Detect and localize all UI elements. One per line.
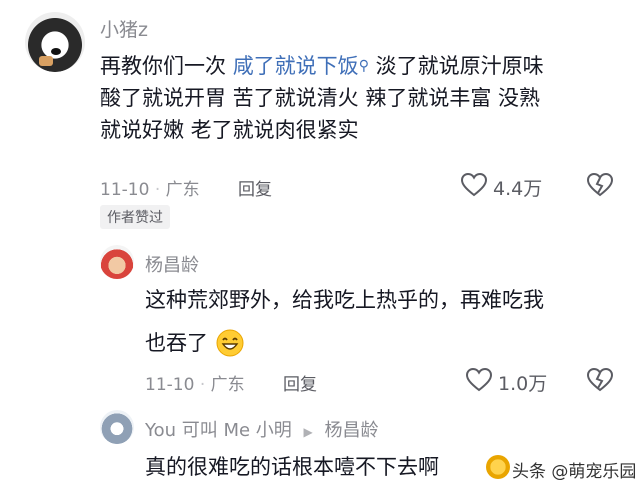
- comment-meta: 11-10 · 广东: [100, 175, 200, 200]
- heart-icon[interactable]: [461, 173, 487, 197]
- comment-text-line3: 就说好嫩 老了就说肉很紧实: [100, 118, 359, 142]
- comment-text-prefix: 再教你们一次: [100, 54, 233, 78]
- author-liked-badge: 作者赞过: [100, 205, 170, 229]
- comment-text-line1: 再教你们一次 咸了就说下饭⚲ 淡了就说原汁原味: [100, 50, 544, 82]
- avatar[interactable]: [25, 12, 85, 72]
- toy-shape: [39, 56, 53, 66]
- avatar[interactable]: [100, 410, 134, 444]
- reply-button[interactable]: 回复: [238, 175, 272, 200]
- keyword-search-link[interactable]: 咸了就说下饭: [233, 54, 359, 78]
- reply-meta: 11-10 · 广东: [145, 370, 245, 395]
- comment-date: 11-10: [100, 180, 150, 200]
- reply-to-username[interactable]: 杨昌龄: [325, 420, 379, 441]
- comment-like-count: 4.4万: [493, 178, 543, 200]
- meta-separator: ·: [199, 375, 206, 395]
- watermark-text: 头条 @萌宠乐园: [512, 462, 637, 482]
- reply-text-content: 也吞了: [145, 331, 208, 355]
- reply-date: 11-10: [145, 375, 195, 395]
- comment-text-rest: 淡了就说原汁原味: [368, 54, 544, 78]
- reply-header: You 可叫 Me 小明 ▶ 杨昌龄: [145, 416, 379, 442]
- dislike-icon[interactable]: [587, 368, 613, 392]
- search-icon[interactable]: ⚲: [359, 58, 369, 74]
- comment-text-line2: 酸了就说开胃 苦了就说清火 辣了就说丰富 没熟: [100, 86, 541, 110]
- reply-username[interactable]: You 可叫 Me 小明: [145, 420, 292, 441]
- reply-location: 广东: [210, 375, 245, 395]
- comment-location: 广东: [165, 180, 200, 200]
- reply-text-line1: 这种荒郊野外，给我吃上热乎的，再难吃我: [145, 288, 544, 312]
- reply-like-count: 1.0万: [498, 373, 548, 395]
- grin-emoji-icon: [216, 329, 244, 357]
- dislike-icon[interactable]: [587, 173, 613, 197]
- meta-separator: ·: [154, 180, 161, 200]
- reply-text-line2: 也吞了: [145, 327, 245, 359]
- heart-icon[interactable]: [466, 368, 492, 392]
- dog-nose-shape: [51, 48, 61, 55]
- comment-username[interactable]: 小猪z: [100, 15, 148, 42]
- avatar[interactable]: [100, 245, 134, 279]
- reply-button[interactable]: 回复: [283, 370, 317, 395]
- reply-username[interactable]: 杨昌龄: [145, 251, 199, 277]
- reply-to-arrow-icon: ▶: [303, 425, 313, 439]
- reply-text: 真的很难吃的话根本噎不下去啊: [145, 455, 439, 479]
- platform-logo: [486, 455, 510, 479]
